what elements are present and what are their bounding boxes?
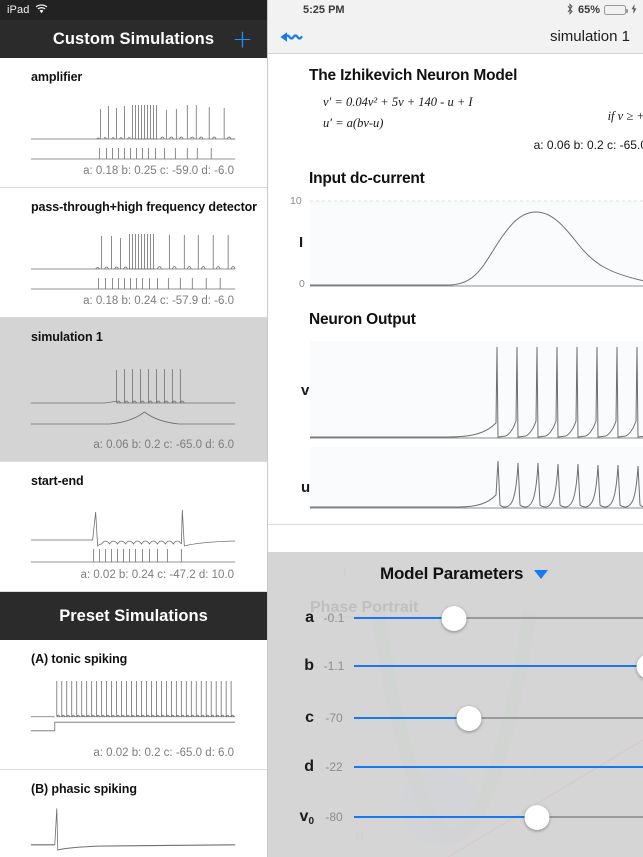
input-ytick-top: 10 xyxy=(290,195,302,208)
model-parameters-sheet: t 0 Phase Portrait u v Model Parameters xyxy=(268,552,643,857)
izhikevich-model-block: The Izhikevich Neuron Model v′ = 0.04v² … xyxy=(268,54,643,152)
simulation-name: simulation 1 xyxy=(31,330,103,344)
slider-row-a[interactable]: a -0.1 xyxy=(268,604,643,632)
input-chart-plot xyxy=(310,200,643,287)
section-divider xyxy=(268,524,643,526)
left-panel-title: Custom Simulations xyxy=(52,29,215,48)
lightning-bolt-icon xyxy=(631,3,637,17)
list-item[interactable]: start-end a: 0.02 b: 0.24 c: -47.2 d: 10… xyxy=(0,462,267,592)
slider-label-a: a xyxy=(305,609,314,626)
neuron-output-block: Neuron Output v u xyxy=(268,291,643,526)
list-item[interactable]: (A) tonic spiking a: 0.02 b: 0.2 c: -65.… xyxy=(0,640,267,770)
battery-icon xyxy=(604,5,628,15)
app-screen: iPad Custom Simulations + amplifier a: 0… xyxy=(0,0,643,857)
preset-simulations-header: Preset Simulations xyxy=(0,592,267,640)
detail-navbar: simulation 1 xyxy=(268,20,643,54)
simulation-detail-panel: 5:25 PM 65% simulation 1 The Izhikevich … xyxy=(268,0,643,857)
ios-status-bar: 5:25 PM 65% xyxy=(268,0,643,20)
equation-condition: if v ≥ +3 xyxy=(607,109,643,123)
slider-row-b[interactable]: b -1.1 xyxy=(268,652,643,680)
slider-track-v0[interactable] xyxy=(354,805,643,830)
simulation-name: (A) tonic spiking xyxy=(31,652,128,666)
simulation-params: a: 0.02 b: 0.24 c: -47.2 d: 10.0 xyxy=(80,569,234,581)
sheet-header: Model Parameters xyxy=(268,564,643,584)
ipad-status-bar: iPad xyxy=(0,0,267,20)
model-equations: v′ = 0.04v² + 5v + 140 - u + I u′ = a(bv… xyxy=(268,85,643,133)
simulation-params: a: 0.18 b: 0.24 c: -57.9 d: -6.0 xyxy=(83,295,234,307)
slider-label-c: c xyxy=(305,709,314,726)
slider-value-c: -70 xyxy=(325,711,343,725)
simulation-thumbnail-plot xyxy=(30,681,236,732)
slider-track-a[interactable] xyxy=(354,606,643,631)
caret-down-icon[interactable] xyxy=(534,569,549,579)
input-dc-current-block: Input dc-current 10 0 I xyxy=(268,152,643,291)
list-item[interactable]: pass-through+high frequency detector a: … xyxy=(0,188,267,318)
slider-thumb-b[interactable] xyxy=(636,654,643,679)
output-chart: v u xyxy=(268,337,643,526)
left-navbar: Custom Simulations + xyxy=(0,20,267,58)
custom-simulations-panel: iPad Custom Simulations + amplifier a: 0… xyxy=(0,0,268,857)
slider-label-d: d xyxy=(304,758,314,775)
model-params-readout: a: 0.06 b: 0.2 c: -65.0 d xyxy=(533,138,643,153)
simulation-name: start-end xyxy=(31,474,84,488)
simulation-name: pass-through+high frequency detector xyxy=(31,200,257,214)
output-ylabel-v: v xyxy=(301,382,310,400)
simulation-thumbnail-plot xyxy=(30,369,236,425)
simulation-params: a: 0.18 b: 0.25 c: -59.0 d: -6.0 xyxy=(83,165,234,177)
slider-label-v0: v0 xyxy=(299,808,314,827)
slider-value-v0: -80 xyxy=(325,810,343,824)
slider-track-d[interactable] xyxy=(354,756,643,778)
output-chart-plot xyxy=(310,341,643,510)
slider-track-c[interactable] xyxy=(354,706,643,731)
slider-thumb-a[interactable] xyxy=(441,606,467,631)
sheet-title: Model Parameters xyxy=(380,564,524,583)
device-label: iPad xyxy=(7,4,30,16)
simulation-thumbnail-plot xyxy=(30,808,236,851)
slider-label-b: b xyxy=(304,657,314,674)
status-bar-right-group: 65% xyxy=(566,2,637,18)
bluetooth-icon xyxy=(566,2,574,18)
slider-value-a: -0.1 xyxy=(323,611,345,625)
list-item[interactable]: amplifier a: 0.18 b: 0.25 c: -59.0 d: -6… xyxy=(0,58,267,188)
wifi-icon xyxy=(35,3,48,17)
slider-value-d: -22 xyxy=(325,760,343,774)
output-chart-title: Neuron Output xyxy=(309,311,416,329)
detail-title: simulation 1 xyxy=(549,28,630,45)
plus-icon[interactable]: + xyxy=(232,27,253,52)
input-ylabel: I xyxy=(299,234,304,252)
input-ytick-bottom: 0 xyxy=(299,278,305,291)
slider-value-b: -1.1 xyxy=(323,659,345,673)
simulation-name: (B) phasic spiking xyxy=(31,782,137,796)
slider-track-b[interactable] xyxy=(354,654,643,679)
equation-v: v′ = 0.04v² + 5v + 140 - u + I xyxy=(323,95,473,109)
slider-row-d[interactable]: d -22 xyxy=(268,753,643,781)
simulation-thumbnail-plot xyxy=(30,105,236,160)
battery-percent-label: 65% xyxy=(577,4,600,16)
simulation-thumbnail-plot xyxy=(30,509,236,563)
slider-row-v0[interactable]: v0 -80 xyxy=(268,803,643,831)
preset-header-title: Preset Simulations xyxy=(59,606,208,625)
clock-label: 5:25 PM xyxy=(303,4,345,16)
slider-thumb-v0[interactable] xyxy=(524,805,550,830)
output-ylabel-u: u xyxy=(301,479,311,497)
back-squiggle-arrow-icon[interactable] xyxy=(278,30,304,44)
detail-content: The Izhikevich Neuron Model v′ = 0.04v² … xyxy=(268,54,643,857)
model-title: The Izhikevich Neuron Model xyxy=(309,67,518,84)
slider-thumb-c[interactable] xyxy=(456,706,482,731)
simulation-name: amplifier xyxy=(31,70,83,84)
input-chart-title: Input dc-current xyxy=(309,170,425,188)
simulation-params: a: 0.06 b: 0.2 c: -65.0 d: 6.0 xyxy=(93,439,234,451)
slider-row-c[interactable]: c -70 xyxy=(268,704,643,732)
equation-u: u′ = a(bv-u) xyxy=(323,115,384,130)
input-chart: 10 0 I xyxy=(268,195,643,291)
list-item-selected[interactable]: simulation 1 a: 0.06 b: 0.2 c: -65.0 d: … xyxy=(0,318,267,462)
simulation-params: a: 0.02 b: 0.2 c: -65.0 d: 6.0 xyxy=(93,747,234,759)
list-item[interactable]: (B) phasic spiking xyxy=(0,770,267,857)
simulation-thumbnail-plot xyxy=(30,234,236,290)
